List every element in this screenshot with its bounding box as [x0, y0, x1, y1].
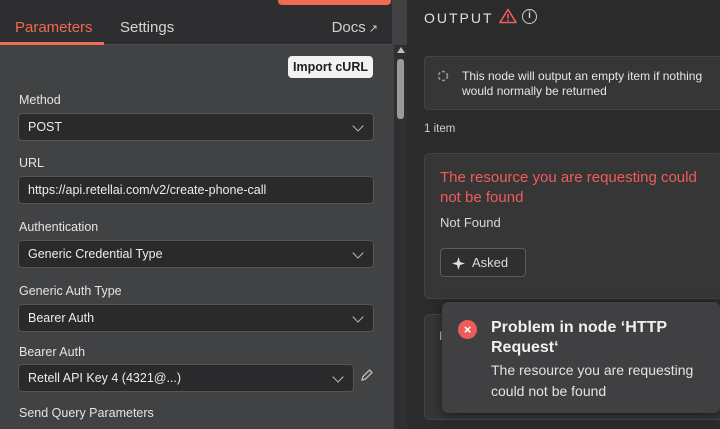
notice-text: This node will output an empty item if n… — [462, 69, 703, 98]
method-label: Method — [19, 93, 61, 107]
scrollbar[interactable] — [394, 45, 407, 429]
error-subtitle: Not Found — [440, 215, 501, 230]
sparkle-icon — [452, 257, 465, 270]
scroll-up-icon[interactable] — [397, 47, 405, 53]
warning-icon[interactable] — [499, 8, 517, 24]
bearer-auth-label: Bearer Auth — [19, 345, 86, 359]
generic-auth-type-value: Bearer Auth — [28, 311, 95, 325]
docs-link[interactable]: Docs ↗ — [332, 19, 378, 36]
external-link-icon: ↗ — [368, 23, 378, 35]
generic-auth-type-select[interactable]: Bearer Auth — [18, 304, 374, 332]
bearer-auth-value: Retell API Key 4 (4321@...) — [28, 371, 182, 385]
close-circle-icon: × — [458, 320, 477, 339]
error-toast[interactable]: × Problem in node ‘HTTP Request‘ The res… — [442, 302, 720, 413]
scroll-thumb[interactable] — [397, 59, 404, 119]
chevron-down-icon — [352, 311, 364, 323]
send-query-label: Send Query Parameters — [19, 406, 154, 420]
generic-auth-type-label: Generic Auth Type — [19, 284, 122, 298]
output-title: OUTPUT — [424, 10, 494, 26]
tab-parameters[interactable]: Parameters — [15, 19, 93, 36]
chevron-down-icon — [352, 247, 364, 259]
empty-output-notice: This node will output an empty item if n… — [424, 56, 720, 110]
url-label: URL — [19, 156, 45, 170]
method-value: POST — [28, 120, 63, 134]
info-icon[interactable]: i — [522, 9, 537, 24]
toast-message: The resource you are requesting could no… — [491, 362, 694, 399]
chevron-down-icon — [352, 120, 364, 132]
execute-button-edge[interactable] — [278, 0, 391, 5]
url-input[interactable]: https://api.retellai.com/v2/create-phone… — [18, 176, 374, 204]
import-curl-button[interactable]: Import cURL — [288, 56, 373, 78]
node-parameters-panel: Parameters Settings Docs ↗ Import cURL Me… — [0, 0, 407, 429]
error-card: The resource you are requesting could no… — [424, 153, 720, 299]
bearer-auth-select[interactable]: Retell API Key 4 (4321@...) — [18, 364, 354, 392]
authentication-label: Authentication — [19, 220, 99, 234]
chevron-down-icon — [332, 371, 344, 383]
url-value: https://api.retellai.com/v2/create-phone… — [28, 183, 267, 197]
items-count: 1 item — [424, 123, 456, 135]
asked-label: Asked — [472, 255, 509, 270]
active-tab-indicator — [0, 42, 104, 45]
authentication-value: Generic Credential Type — [28, 247, 163, 261]
toast-title: Problem in node ‘HTTP Request‘ — [491, 319, 667, 356]
error-title: The resource you are requesting could no… — [440, 169, 697, 206]
asked-button[interactable]: Asked — [440, 248, 526, 277]
docs-label: Docs — [331, 19, 366, 36]
method-select[interactable]: POST — [18, 113, 374, 141]
pencil-icon[interactable] — [360, 368, 374, 382]
tab-settings[interactable]: Settings — [120, 19, 174, 36]
authentication-select[interactable]: Generic Credential Type — [18, 240, 374, 268]
panel-tabs: Parameters Settings Docs ↗ — [0, 0, 392, 45]
loading-icon — [437, 70, 449, 82]
